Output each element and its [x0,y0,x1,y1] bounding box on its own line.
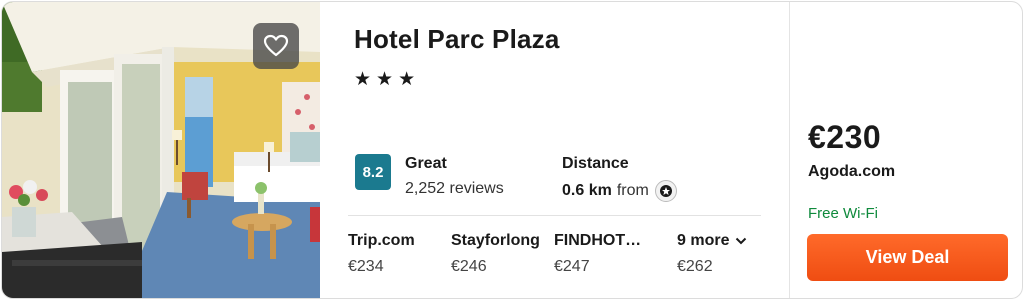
landmark-icon [654,180,677,202]
distance-label: Distance [562,155,629,172]
best-price: €230 [808,119,882,155]
provider-findhotel[interactable]: FINDHOT… €247 [554,232,641,276]
more-providers-label: 9 more [677,232,730,249]
provider-stayforlong[interactable]: Stayforlong €246 [451,232,540,276]
view-deal-button[interactable]: View Deal [807,234,1008,281]
provider-price: €234 [348,258,384,275]
provider-trip[interactable]: Trip.com €234 [348,232,415,276]
star-rating: ★★★ [354,69,421,90]
rating-label: Great [405,155,447,172]
provider-name: Stayforlong [451,232,540,249]
distance-km: 0.6 km [562,182,612,199]
more-providers[interactable]: 9 more €262 [677,232,747,276]
provider-name: Trip.com [348,232,415,249]
rating-score-badge: 8.2 [355,154,391,190]
divider [348,215,761,216]
more-providers-toggle[interactable]: 9 more [677,232,747,250]
provider-price: €246 [451,258,487,275]
deal-panel: €230 Agoda.com Free Wi-Fi View Deal [789,2,1022,298]
chevron-down-icon [736,237,747,245]
provider-price: €262 [677,258,713,275]
heart-icon [263,34,289,57]
hotel-photo[interactable] [2,2,320,298]
provider-price: €247 [554,258,590,275]
hotel-info: Hotel Parc Plaza ★★★ 8.2 Great 2,252 rev… [320,2,789,298]
distance-from: from [616,182,649,199]
hotel-card[interactable]: Hotel Parc Plaza ★★★ 8.2 Great 2,252 rev… [1,1,1023,299]
hotel-name[interactable]: Hotel Parc Plaza [354,24,560,55]
deal-site: Agoda.com [808,163,896,180]
favorite-button[interactable] [253,23,299,69]
provider-name: FINDHOT… [554,232,642,249]
distance-value: 0.6 km from [562,180,677,202]
review-count[interactable]: 2,252 reviews [405,180,504,198]
amenity-free-wifi: Free Wi-Fi [808,205,878,222]
